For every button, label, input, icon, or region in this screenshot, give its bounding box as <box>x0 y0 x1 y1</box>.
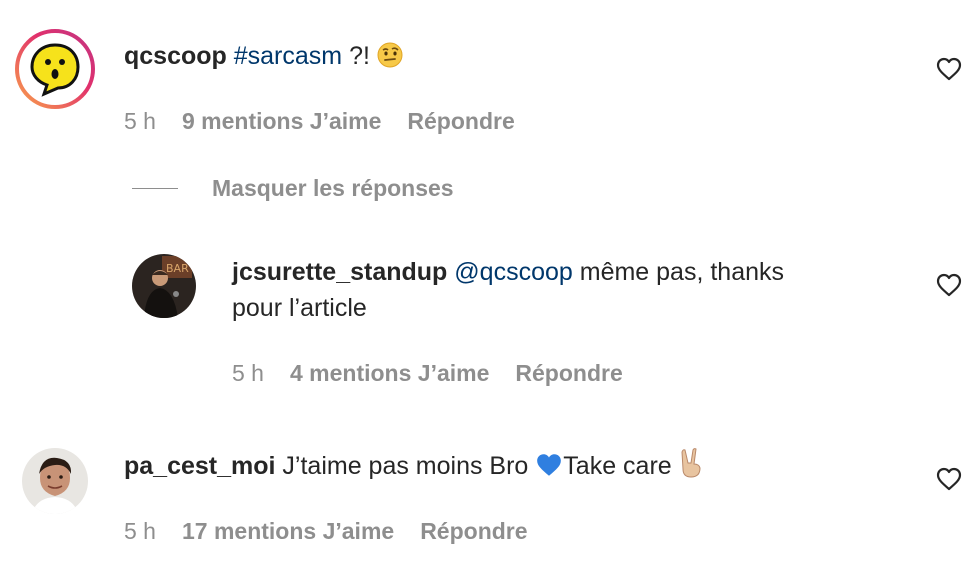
avatar-jcsurette-standup[interactable]: BAR <box>132 254 196 318</box>
comment-body-end: Take care <box>563 452 679 480</box>
victory-hand-emoji-icon <box>679 448 703 488</box>
mention-link[interactable]: @qcscoop <box>454 258 573 286</box>
reply-button[interactable]: Répondre <box>515 360 622 387</box>
story-ring-avatar <box>15 29 95 109</box>
avatar-pa-cest-moi[interactable] <box>22 448 88 514</box>
comment-text: pa_cest_moi J’taime pas moins Bro Take c… <box>124 448 703 488</box>
reply-body-line2: pour l’article <box>232 294 367 322</box>
svg-text:BAR: BAR <box>166 262 189 275</box>
heart-icon[interactable] <box>936 273 962 297</box>
divider-line <box>132 187 178 190</box>
reply-body-line1: même pas, thanks <box>572 258 785 286</box>
reply-button[interactable]: Répondre <box>407 108 514 135</box>
likes-count[interactable]: 9 mentions J’aime <box>182 108 381 135</box>
heart-icon[interactable] <box>936 467 962 491</box>
timestamp[interactable]: 5 h <box>232 360 264 387</box>
username[interactable]: pa_cest_moi <box>124 452 275 480</box>
blue-heart-emoji-icon <box>535 452 563 488</box>
username[interactable]: jcsurette_standup <box>232 258 447 286</box>
likes-count[interactable]: 17 mentions J’aime <box>182 518 394 545</box>
hashtag-link[interactable]: #sarcasm <box>234 42 342 70</box>
avatar-qcscoop[interactable] <box>14 28 96 110</box>
hide-replies-toggle[interactable]: Masquer les réponses <box>132 175 454 202</box>
hide-replies-label: Masquer les réponses <box>212 175 454 201</box>
username[interactable]: qcscoop <box>124 42 227 70</box>
raised-eyebrow-emoji-icon <box>377 42 403 78</box>
reply-button[interactable]: Répondre <box>420 518 527 545</box>
reply-text: jcsurette_standup @qcscoop même pas, tha… <box>232 254 784 326</box>
comment-meta: 5 h 9 mentions J’aime Répondre <box>124 108 515 135</box>
heart-icon[interactable] <box>936 57 962 81</box>
comment-meta: 5 h 17 mentions J’aime Répondre <box>124 518 528 545</box>
comments-thread: qcscoop #sarcasm ?! 5 h 9 mentions J’aim… <box>0 0 974 566</box>
comment-body: J’taime pas moins Bro <box>275 452 536 480</box>
reply-meta: 5 h 4 mentions J’aime Répondre <box>232 360 623 387</box>
comment-text: qcscoop #sarcasm ?! <box>124 38 403 78</box>
timestamp[interactable]: 5 h <box>124 108 156 135</box>
comment-body: ?! <box>342 42 377 70</box>
likes-count[interactable]: 4 mentions J’aime <box>290 360 489 387</box>
timestamp[interactable]: 5 h <box>124 518 156 545</box>
